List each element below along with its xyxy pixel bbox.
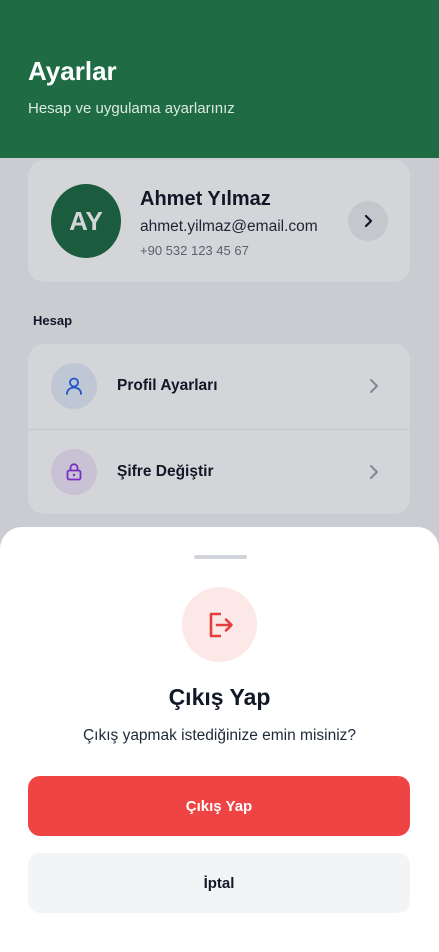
logout-icon — [182, 587, 257, 662]
confirm-logout-button[interactable]: Çıkış Yap — [28, 776, 410, 836]
dialog-message: Çıkış yapmak istediğinize emin misiniz? — [82, 727, 357, 744]
logout-bottom-sheet: Çıkış Yap Çıkış yapmak istediğinize emin… — [0, 527, 439, 952]
dialog-title: Çıkış Yap — [168, 684, 271, 710]
sheet-drag-handle[interactable] — [194, 555, 247, 559]
settings-header: Ayarlar Hesap ve uygulama ayarlarınız — [0, 0, 439, 158]
cancel-button[interactable]: İptal — [28, 853, 410, 913]
page-title: Ayarlar — [28, 56, 117, 86]
page-subtitle: Hesap ve uygulama ayarlarınız — [28, 100, 235, 117]
